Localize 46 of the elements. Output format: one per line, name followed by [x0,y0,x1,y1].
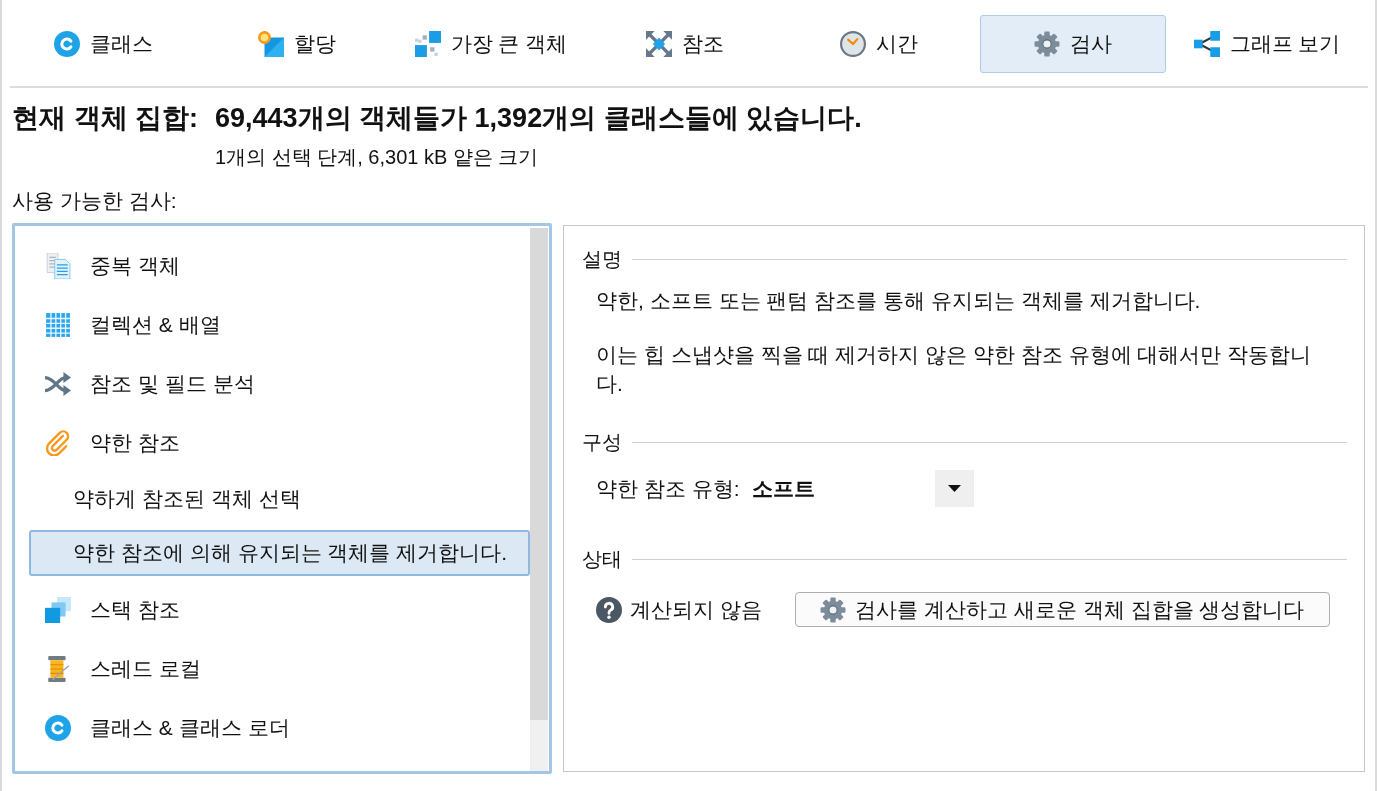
shuffle-icon [45,370,71,397]
inspections-label: 사용 가능한 검사: [12,189,178,213]
tab[interactable]: 가장 큰 객체 [398,15,584,73]
c-circle-icon [53,31,80,57]
tab[interactable]: 그래프 보기 [1174,15,1360,73]
inspection-item[interactable]: 참조 및 필드 분석 [29,358,530,409]
c-circle-icon [45,714,71,741]
inspection-item[interactable]: 컬렉션 & 배열 [29,299,530,350]
graph-icon [1193,31,1220,57]
help-icon [596,596,622,623]
spool-icon [45,655,71,682]
square-dot-icon [258,31,284,57]
gear-icon [820,596,847,623]
field-label: 약한 참조 유형: [596,475,740,502]
inspection-item[interactable]: 클래스 & 클래스 로더 [29,702,530,753]
compute-button[interactable]: 검사를 계산하고 새로운 객체 집합을 생성합니다 [794,592,1330,627]
inspection-item[interactable]: 스레드 로컬 [29,643,530,694]
inspection-item[interactable]: 약한 참조 [29,417,530,468]
description-text: 약한, 소프트 또는 팬텀 참조를 통해 유지되는 객체를 제거합니다. [596,288,1202,314]
section-title: 구성 [582,430,622,455]
description-text: 이는 힙 스냅샷을 찍을 때 제거하지 않은 약한 참조 유형에 대해서만 작동합니다. [596,342,1313,397]
tab[interactable]: 검사 [980,15,1166,73]
documents-icon [45,252,71,279]
stacked-squares-icon [45,596,71,623]
clock-icon [840,31,866,57]
gear-icon [1034,31,1060,57]
object-set-summary: 69,443개의 객체들가 1,392개의 클래스들에 있습니다. [215,103,863,133]
inspection-item[interactable]: 약하게 참조된 객체 선택 [29,476,530,522]
arrows-icon [646,31,672,57]
section-title: 상태 [582,547,622,572]
tab[interactable]: 참조 [592,15,778,73]
paperclip-icon [45,429,71,456]
grid-icon [45,311,71,338]
object-set-detail: 1개의 선택 단계, 6,301 kB 얕은 크기 [215,145,540,169]
inspection-item[interactable]: 중복 객체 [29,240,530,291]
type-dropdown[interactable]: 소프트 [751,470,974,507]
object-set-label: 현재 객체 집합: [12,103,199,133]
section-title: 설명 [582,247,622,272]
tab[interactable]: 할당 [204,15,390,73]
caret-icon [934,470,974,507]
inspection-item[interactable]: 약한 참조에 의해 유지되는 객체를 제거합니다. [29,530,530,576]
tab[interactable]: 클래스 [10,15,196,73]
inspection-item[interactable]: 스택 참조 [29,584,530,635]
squares-icon [414,31,441,57]
tab[interactable]: 시간 [786,15,972,73]
status-text: 계산되지 않음 [630,596,762,623]
